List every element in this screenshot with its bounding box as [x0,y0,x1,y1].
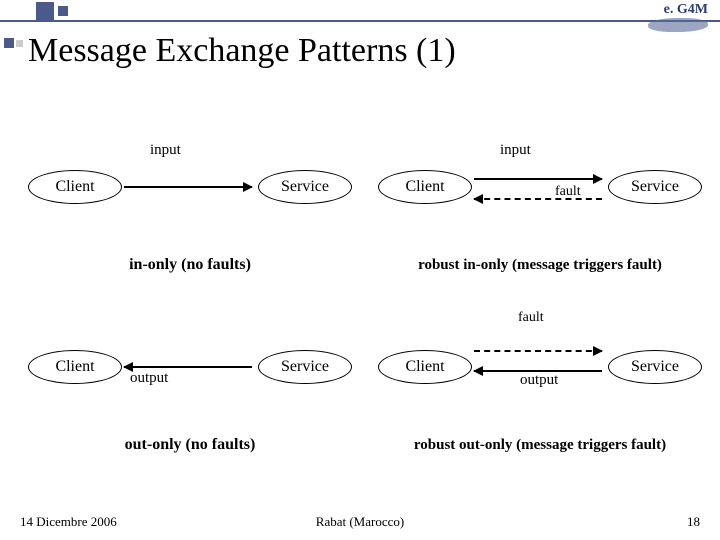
header-rule [0,20,720,22]
pattern-caption: out-only (no faults) [20,436,360,454]
footer: 14 Dicembre 2006 Rabat (Marocco) 18 [0,514,720,530]
arrow-fault [474,350,602,352]
client-node: Client [378,170,472,204]
deco-square [58,6,68,16]
deco-square [36,2,54,20]
output-label: output [130,370,168,387]
pattern-caption: robust in-only (message triggers fault) [370,257,710,274]
input-label: input [500,142,531,159]
logo-graphic [648,18,708,32]
arrow-output [124,366,252,368]
client-node: Client [378,350,472,384]
service-node: Service [258,170,352,204]
service-node: Service [608,170,702,204]
logo: e. G4M [638,2,708,30]
pattern-caption: in-only (no faults) [20,256,360,274]
deco-square [16,40,23,47]
page-title: Message Exchange Patterns (1) [28,32,456,70]
fault-label: fault [555,184,581,200]
client-node: Client [28,350,122,384]
deco-square [4,38,14,48]
client-node: Client [28,170,122,204]
arrow-fault [474,198,602,200]
logo-text: e. G4M [638,2,708,18]
fault-label: fault [518,310,544,326]
pattern-robust-in-only: input Client fault Service robust in-onl… [370,130,710,280]
input-label: input [150,142,181,159]
footer-location: Rabat (Marocco) [0,514,720,530]
service-node: Service [258,350,352,384]
pattern-in-only: input Client Service in-only (no faults) [20,130,360,280]
arrow-input [474,178,602,180]
pattern-caption: robust out-only (message triggers fault) [370,437,710,454]
output-label: output [520,372,558,389]
service-node: Service [608,350,702,384]
pattern-out-only: Client output Service out-only (no fault… [20,310,360,460]
arrow-input [124,186,252,188]
pattern-robust-out-only: fault Client output Service robust out-o… [370,310,710,460]
